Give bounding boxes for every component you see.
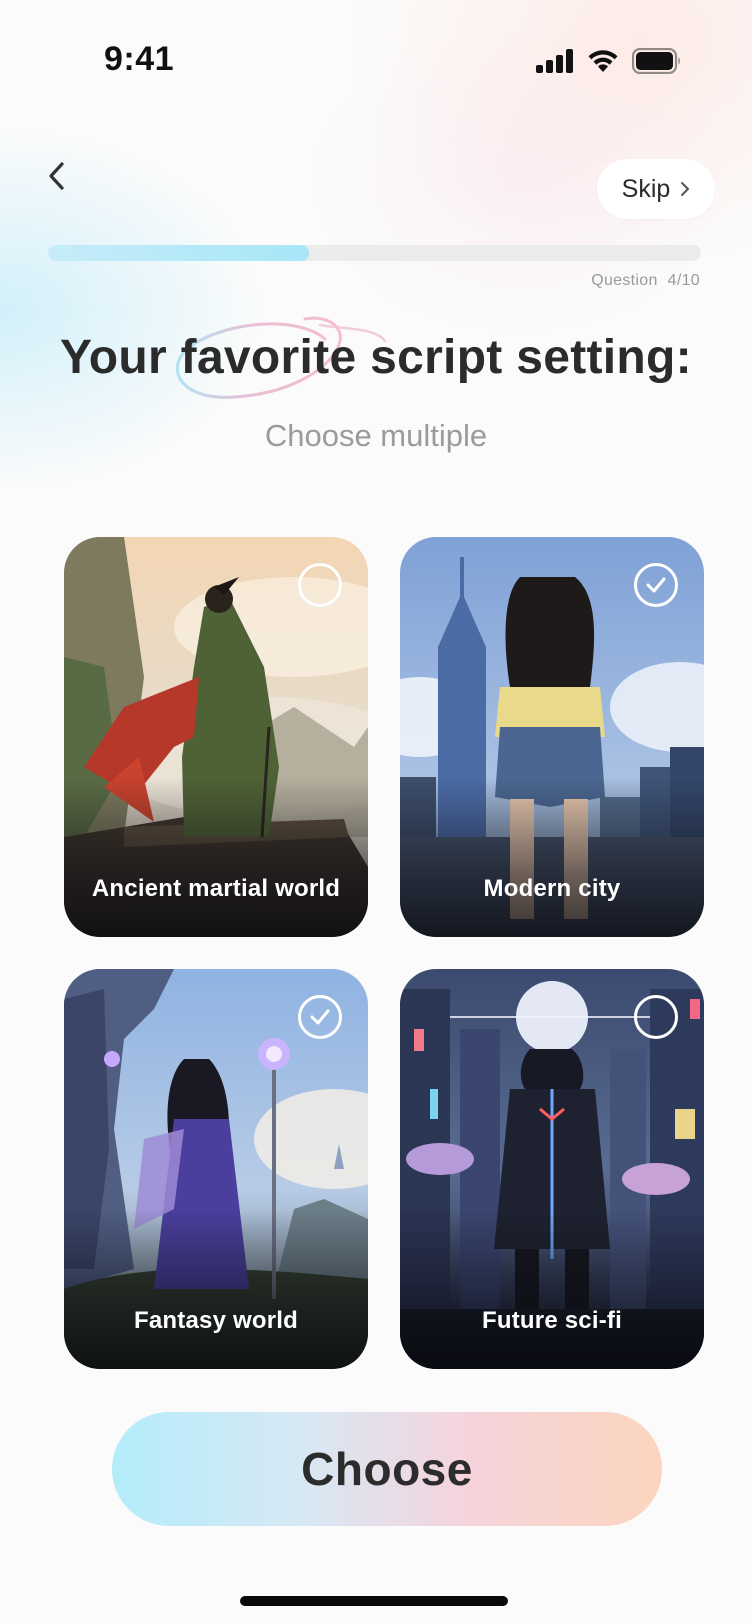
status-bar: 9:41: [0, 0, 752, 120]
battery-icon: [632, 48, 680, 74]
option-label: Ancient martial world: [91, 875, 341, 902]
status-icons: [536, 46, 682, 76]
back-button[interactable]: [40, 156, 74, 196]
question-counter: Question 4/10: [591, 272, 700, 290]
card-label-shade: [64, 1209, 368, 1369]
progress-fill: [48, 245, 310, 261]
option-label: Fantasy world: [134, 1307, 298, 1334]
question-count: 4/10: [667, 272, 700, 289]
status-time: 9:41: [104, 40, 175, 78]
card-label-shade: [400, 777, 704, 937]
option-card-modern-city[interactable]: Modern city: [400, 537, 704, 937]
chevron-right-icon: [681, 182, 690, 196]
option-card-ancient-martial-world[interactable]: Ancient martial world: [64, 537, 368, 937]
select-circle-icon[interactable]: [634, 995, 678, 1039]
page-subtitle: Choose multiple: [264, 418, 488, 453]
option-card-fantasy-world[interactable]: Fantasy world: [64, 969, 368, 1369]
home-indicator: [240, 1596, 508, 1606]
checkmark-circle-icon[interactable]: [298, 995, 342, 1039]
select-circle-icon[interactable]: [298, 563, 342, 607]
cellular-signal-icon: [536, 49, 573, 73]
skip-button[interactable]: Skip: [597, 159, 715, 219]
page-title: Your favorite script setting:: [60, 331, 692, 384]
question-label: Question: [591, 272, 658, 289]
card-label-shade: [400, 1209, 704, 1369]
checkmark-circle-icon[interactable]: [634, 563, 678, 607]
choose-button[interactable]: Choose: [112, 1412, 662, 1526]
option-card-future-sci-fi[interactable]: Future sci-fi: [400, 969, 704, 1369]
progress-bar: [48, 245, 701, 261]
chevron-left-icon: [49, 162, 64, 190]
option-label: Future sci-fi: [482, 1307, 622, 1334]
skip-label: Skip: [621, 174, 671, 203]
card-label-shade: [64, 777, 368, 937]
option-label: Modern city: [483, 875, 621, 902]
wifi-icon: [588, 50, 618, 72]
